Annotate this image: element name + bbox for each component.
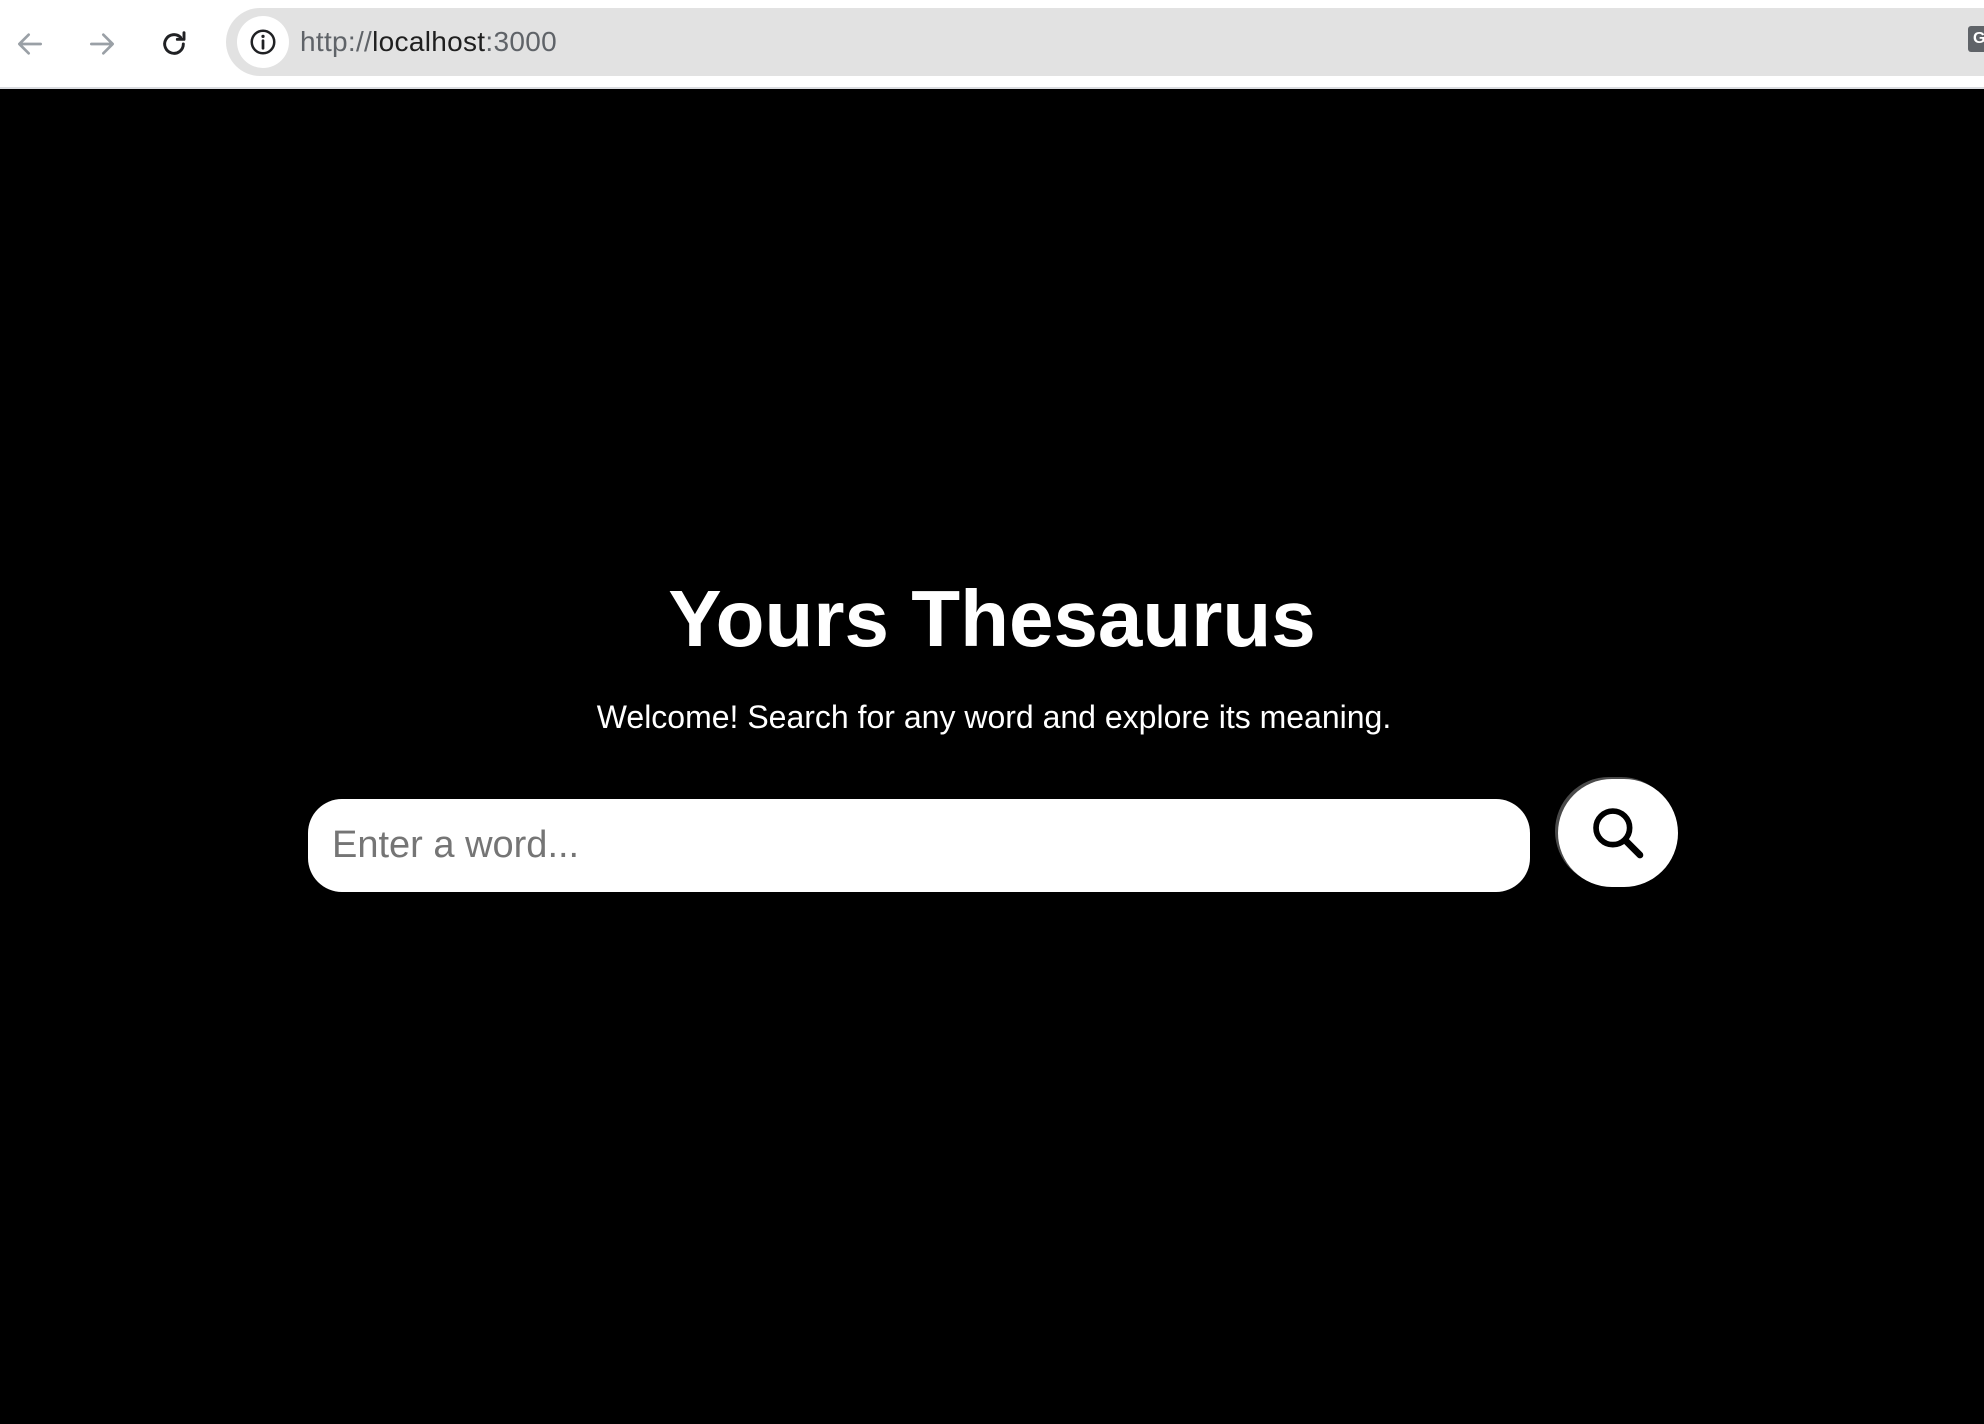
info-icon xyxy=(250,29,276,55)
browser-toolbar: http://localhost:3000 G xyxy=(0,0,1984,89)
arrow-right-icon xyxy=(90,33,114,55)
page-subtitle: Welcome! Search for any word and explore… xyxy=(596,699,1392,735)
site-info-button[interactable] xyxy=(237,16,289,68)
extension-icon[interactable]: G xyxy=(1968,26,1984,52)
back-button[interactable] xyxy=(4,18,56,70)
forward-button[interactable] xyxy=(76,18,128,70)
page-title: Yours Thesaurus xyxy=(668,574,1316,663)
url-scheme: http:// xyxy=(300,26,373,57)
address-bar[interactable]: http://localhost:3000 xyxy=(226,8,1984,76)
search-button[interactable] xyxy=(1558,779,1678,887)
url-host: localhost xyxy=(372,26,486,57)
search-icon xyxy=(1593,808,1644,859)
page-content: Yours Thesaurus Welcome! Search for any … xyxy=(0,91,1984,1424)
search-input[interactable] xyxy=(308,799,1530,892)
url-text[interactable]: http://localhost:3000 xyxy=(300,8,557,76)
url-port: :3000 xyxy=(485,26,557,57)
arrow-left-icon xyxy=(18,33,42,55)
reload-button[interactable] xyxy=(148,18,200,70)
reload-icon xyxy=(163,31,186,55)
